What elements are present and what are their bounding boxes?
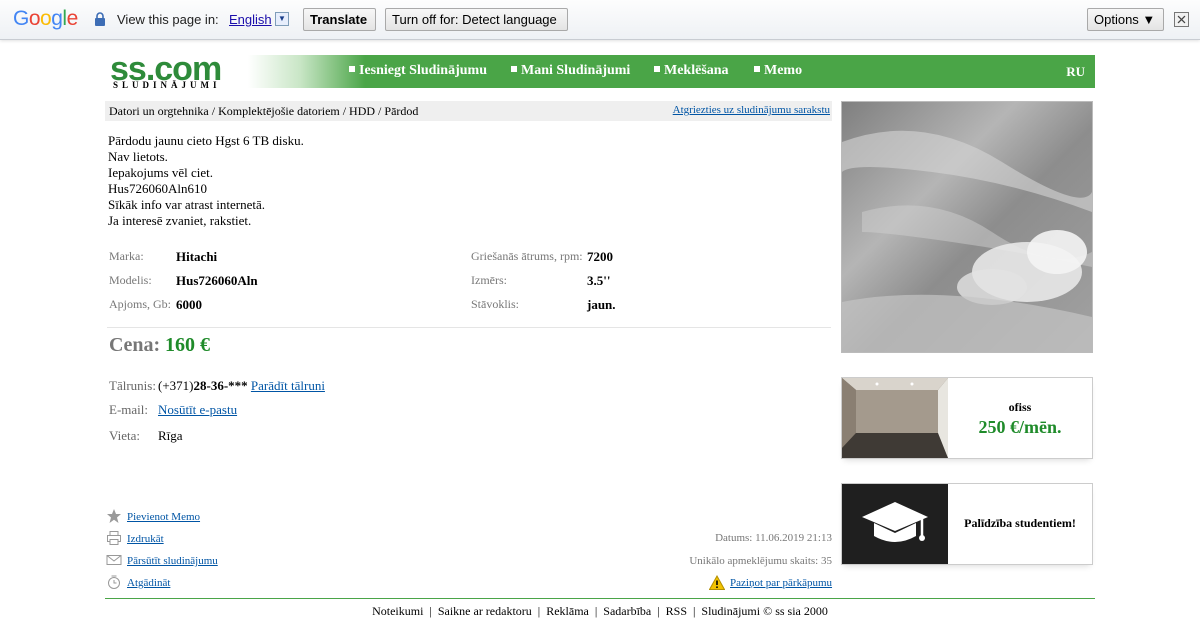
option-label-model: Modelis:	[109, 273, 152, 287]
nav-my-ads[interactable]: Mani Sludinājumi	[511, 63, 630, 79]
site-header: ss.com SLUDINĀJUMI Iesniegt Sludinājumu …	[105, 50, 1095, 90]
phone-masked: 28-36-***	[193, 378, 248, 393]
unique-views: Unikālo apmeklējumu skaits: 35	[689, 555, 832, 567]
send-email-link[interactable]: Nosūtīt e-pastu	[158, 402, 237, 418]
option-value-size: 3.5''	[587, 273, 611, 288]
product-photo[interactable]	[841, 101, 1093, 353]
office-photo[interactable]	[842, 378, 948, 458]
translate-bar: Google View this page in: English ▼ Tran…	[0, 0, 1200, 40]
description-line: Hus726060Aln610	[108, 181, 207, 196]
ad-card-title: ofiss	[1008, 400, 1032, 414]
nav-submit-ad[interactable]: Iesniegt Sludinājumu	[349, 63, 487, 79]
price-label: Cena:	[109, 334, 161, 356]
email-label: E-mail:	[109, 402, 148, 417]
star-icon	[107, 509, 121, 523]
google-logo-letter: e	[66, 7, 79, 30]
translate-button[interactable]: Translate	[303, 8, 376, 31]
ad-card-price: 250 €/mēn.	[978, 417, 1062, 437]
options-button[interactable]: Options ▼	[1087, 8, 1164, 31]
footer: Noteikumi | Saikne ar redaktoru | Reklāma | Sa…	[372, 604, 828, 618]
bullet-icon	[654, 66, 660, 72]
footer-link-rss[interactable]: RSS	[666, 604, 687, 618]
forward-ad-link[interactable]: Pārsūtīt sludinājumu	[127, 555, 218, 567]
option-value-rpm: 7200	[587, 249, 613, 264]
envelope-icon	[106, 555, 122, 565]
option-label-rpm: Griešanās ātrums, rpm:	[471, 249, 583, 263]
google-logo-letter: o	[40, 7, 52, 30]
office-room-image	[842, 378, 948, 458]
option-label-capacity: Apjoms, Gb:	[109, 297, 172, 311]
option-value-capacity: 6000	[176, 297, 202, 312]
footer-link-contact-editor[interactable]: Saikne ar redaktoru	[438, 604, 532, 618]
option-label-brand: Marka:	[109, 249, 144, 263]
breadcrumb-bar: Datori un orgtehnika / Komplektējošie da…	[105, 101, 832, 121]
graduation-cap-icon	[862, 502, 928, 542]
footer-divider	[105, 598, 1095, 599]
warning-icon	[709, 575, 725, 590]
report-violation-link[interactable]: Paziņot par pārkāpumu	[730, 577, 832, 589]
option-value-condition: jaun.	[587, 297, 616, 312]
place-value: Rīga	[158, 428, 183, 443]
ad-card-office[interactable]: ofiss 250 €/mēn.	[841, 377, 1093, 459]
google-logo-letter: o	[28, 7, 41, 30]
printer-icon	[107, 531, 121, 545]
divider	[107, 327, 831, 328]
ad-card-office-text[interactable]: ofiss 250 €/mēn.	[948, 378, 1092, 458]
footer-link-cooperation[interactable]: Sadarbība	[603, 604, 651, 618]
option-value-brand: Hitachi	[176, 249, 218, 264]
ad-card-students-text[interactable]: Palīdzība studentiem!	[948, 484, 1092, 564]
phone-number: (+371)28-36-*** Parādīt tālruni	[158, 378, 325, 394]
google-logo: Google	[13, 7, 78, 31]
description-line: Pārdodu jaunu cieto Hgst 6 TB disku.	[108, 133, 304, 148]
description-line: Iepakojums vēl ciet.	[108, 165, 214, 180]
footer-copyright: Sludinājumi © ss sia 2000	[701, 604, 828, 618]
ad-card-title: Palīdzība studentiem!	[964, 516, 1076, 530]
bullet-icon	[754, 66, 760, 72]
option-label-size: Izmērs:	[471, 273, 507, 287]
ad-date: Datums: 11.06.2019 21:13	[715, 532, 832, 544]
phone-label: Tālrunis:	[109, 378, 156, 393]
language-switch-ru[interactable]: RU	[1066, 64, 1085, 80]
back-to-list-link[interactable]: Atgriezties uz sludinājumu sarakstu	[673, 104, 830, 116]
graduation-banner[interactable]	[842, 484, 948, 564]
chevron-down-icon[interactable]: ▼	[275, 12, 289, 26]
nav-search[interactable]: Meklēšana	[654, 63, 729, 79]
print-link[interactable]: Izdrukāt	[127, 533, 164, 545]
footer-link-ads[interactable]: Reklāma	[546, 604, 589, 618]
footer-link-rules[interactable]: Noteikumi	[372, 604, 423, 618]
lock-icon	[95, 12, 105, 26]
description-line: Nav lietots.	[108, 149, 168, 164]
google-logo-letter: g	[51, 7, 63, 30]
option-value-model: Hus726060Aln	[176, 273, 258, 288]
alarm-clock-icon	[108, 575, 120, 589]
show-phone-link[interactable]: Parādīt tālruni	[251, 378, 325, 393]
language-select[interactable]: English	[229, 12, 272, 27]
logo-area[interactable]: ss.com SLUDINĀJUMI	[105, 50, 365, 90]
price-value: 160 €	[165, 334, 210, 356]
turn-off-button[interactable]: Turn off for: Detect language	[385, 8, 568, 31]
close-icon[interactable]	[1174, 12, 1189, 27]
description-line: Ja interesē zvaniet, rakstiet.	[108, 213, 252, 228]
breadcrumb[interactable]: Datori un orgtehnika / Komplektējošie da…	[109, 104, 418, 119]
add-memo-link[interactable]: Pievienot Memo	[127, 511, 200, 523]
site-logo-subtitle: SLUDINĀJUMI	[113, 80, 221, 90]
bullet-icon	[349, 66, 355, 72]
ad-card-students[interactable]: Palīdzība studentiem!	[841, 483, 1093, 565]
place-label: Vieta:	[109, 428, 140, 443]
remind-link[interactable]: Atgādināt	[127, 577, 170, 589]
ad-description: Pārdodu jaunu cieto Hgst 6 TB disku. Nav…	[108, 133, 304, 229]
view-page-in-label: View this page in:	[117, 12, 219, 27]
google-logo-letter: G	[13, 7, 29, 30]
photo-sky-clouds	[842, 102, 1092, 352]
description-line: Sīkāk info var atrast internetā.	[108, 197, 266, 212]
nav-memo[interactable]: Memo	[754, 63, 802, 79]
phone-prefix: (+371)	[158, 378, 194, 393]
bullet-icon	[511, 66, 517, 72]
option-label-condition: Stāvoklis:	[471, 297, 520, 311]
